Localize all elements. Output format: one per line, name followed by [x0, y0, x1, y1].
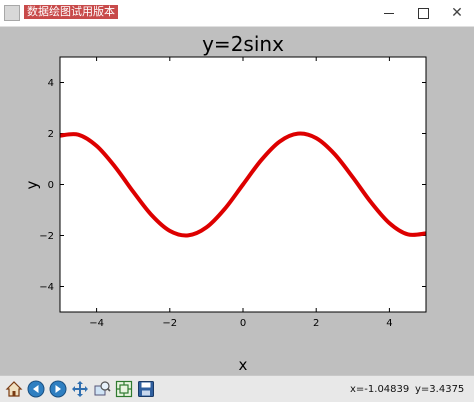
- zoom-button[interactable]: [92, 379, 112, 399]
- back-icon: [27, 380, 45, 398]
- minimize-icon: [384, 12, 394, 14]
- y-axis-label: y: [23, 180, 41, 189]
- x-axis-label: x: [239, 356, 248, 374]
- title-bar: 数据绘图试用版本 ✕: [0, 0, 474, 27]
- zoom-icon: [94, 381, 111, 396]
- y-tick-label: −4: [39, 282, 54, 293]
- pan-button[interactable]: [70, 379, 90, 399]
- chart-title: y=2sinx: [202, 32, 284, 56]
- app-window: 数据绘图试用版本 ✕ −4 −2 0 2 4 −4 −2 0 2 4 y=2sinx x y: [0, 0, 474, 402]
- y-tick-label: 4: [48, 78, 54, 89]
- forward-icon: [49, 380, 67, 398]
- x-coordinate-readout: x=-1.04839: [350, 384, 410, 395]
- save-button[interactable]: [136, 379, 156, 399]
- home-button[interactable]: [4, 379, 24, 399]
- x-tick-label: −4: [89, 318, 104, 329]
- maximize-icon: [417, 7, 429, 19]
- y-tick-label: 0: [48, 180, 54, 191]
- chart: −4 −2 0 2 4 −4 −2 0 2 4 y=2sinx x y: [23, 32, 427, 374]
- close-button[interactable]: ✕: [440, 0, 474, 26]
- y-tick-label: 2: [48, 129, 54, 140]
- forward-button[interactable]: [48, 379, 68, 399]
- subplots-button[interactable]: [114, 379, 134, 399]
- maximize-button[interactable]: [406, 0, 440, 26]
- save-icon: [138, 381, 154, 397]
- y-tick-label: −2: [39, 231, 54, 242]
- x-tick-label: 2: [313, 318, 319, 329]
- close-icon: ✕: [451, 5, 463, 21]
- figure-canvas[interactable]: −4 −2 0 2 4 −4 −2 0 2 4 y=2sinx x y: [0, 27, 474, 375]
- pan-icon: [72, 381, 88, 397]
- y-coordinate-readout: y=3.4375: [415, 384, 465, 395]
- x-tick-label: 0: [240, 318, 246, 329]
- minimize-button[interactable]: [372, 0, 406, 26]
- x-tick-label: 4: [386, 318, 392, 329]
- app-icon: [4, 5, 20, 21]
- x-tick-label: −2: [162, 318, 177, 329]
- window-title: 数据绘图试用版本: [24, 5, 118, 19]
- subplots-icon: [115, 380, 133, 398]
- back-button[interactable]: [26, 379, 46, 399]
- navigation-toolbar: x=-1.04839 y=3.4375: [0, 375, 474, 402]
- home-icon: [5, 381, 23, 397]
